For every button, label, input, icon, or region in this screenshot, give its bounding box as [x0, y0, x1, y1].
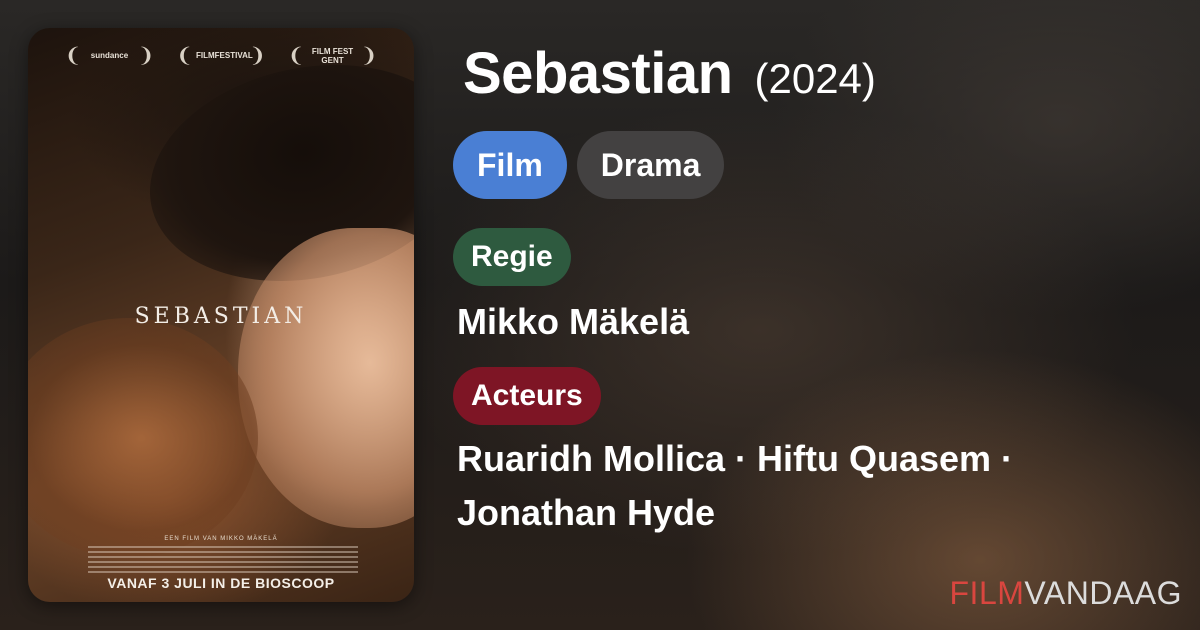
festival-laurel: ❨ FILMFESTIVAL ❩	[176, 46, 266, 67]
laurel-left-icon: ❨	[176, 45, 193, 67]
actors-line[interactable]: Jonathan Hyde	[457, 486, 1157, 540]
poster-credit: EEN FILM VAN MIKKO MÄKELÄ	[164, 536, 278, 542]
actors-line[interactable]: Ruaridh Mollica · Hiftu Quasem ·	[457, 432, 1157, 486]
poster-credit-block	[88, 546, 358, 576]
director-name[interactable]: Mikko Mäkelä	[457, 295, 689, 349]
poster-face-shape-secondary	[28, 318, 258, 558]
actors-list: Ruaridh Mollica · Hiftu Quasem · Jonatha…	[457, 432, 1157, 540]
movie-title: Sebastian	[463, 41, 733, 106]
type-tag[interactable]: Film	[453, 131, 567, 199]
festival-laurel: ❨ sundance ❩	[65, 46, 155, 67]
festival-name: FILMFESTIVAL	[196, 51, 253, 61]
festival-laurel: ❨ FILM FEST GENT ❩	[288, 46, 378, 67]
laurel-right-icon: ❩	[137, 45, 155, 67]
festival-laurels: ❨ sundance ❩ ❨ FILMFESTIVAL ❩ ❨ FILM FES…	[28, 46, 414, 67]
logo-part-film: FILM	[949, 575, 1025, 611]
festival-name: FILM FEST GENT	[311, 47, 354, 65]
poster-release-date: VANAF 3 JULI IN DE BIOSCOOP	[107, 575, 335, 591]
laurel-left-icon: ❨	[64, 45, 82, 67]
filmvandaag-logo[interactable]: FILMVANDAAG	[950, 575, 1183, 612]
poster-title: SEBASTIAN	[134, 304, 308, 329]
festival-name: sundance	[90, 51, 129, 61]
genre-tags: Film Drama	[453, 131, 725, 199]
laurel-right-icon: ❩	[360, 45, 378, 67]
movie-year: (2024)	[754, 55, 876, 102]
laurel-left-icon: ❨	[287, 45, 305, 67]
title-row: Sebastian (2024)	[463, 40, 876, 107]
logo-part-vandaag: VANDAAG	[1024, 575, 1182, 611]
laurel-right-icon: ❩	[249, 45, 266, 67]
acteurs-label: Acteurs	[453, 367, 601, 425]
movie-poster[interactable]: ❨ sundance ❩ ❨ FILMFESTIVAL ❩ ❨ FILM FES…	[28, 28, 414, 602]
genre-tag[interactable]: Drama	[576, 131, 725, 199]
regie-label: Regie	[453, 228, 571, 286]
